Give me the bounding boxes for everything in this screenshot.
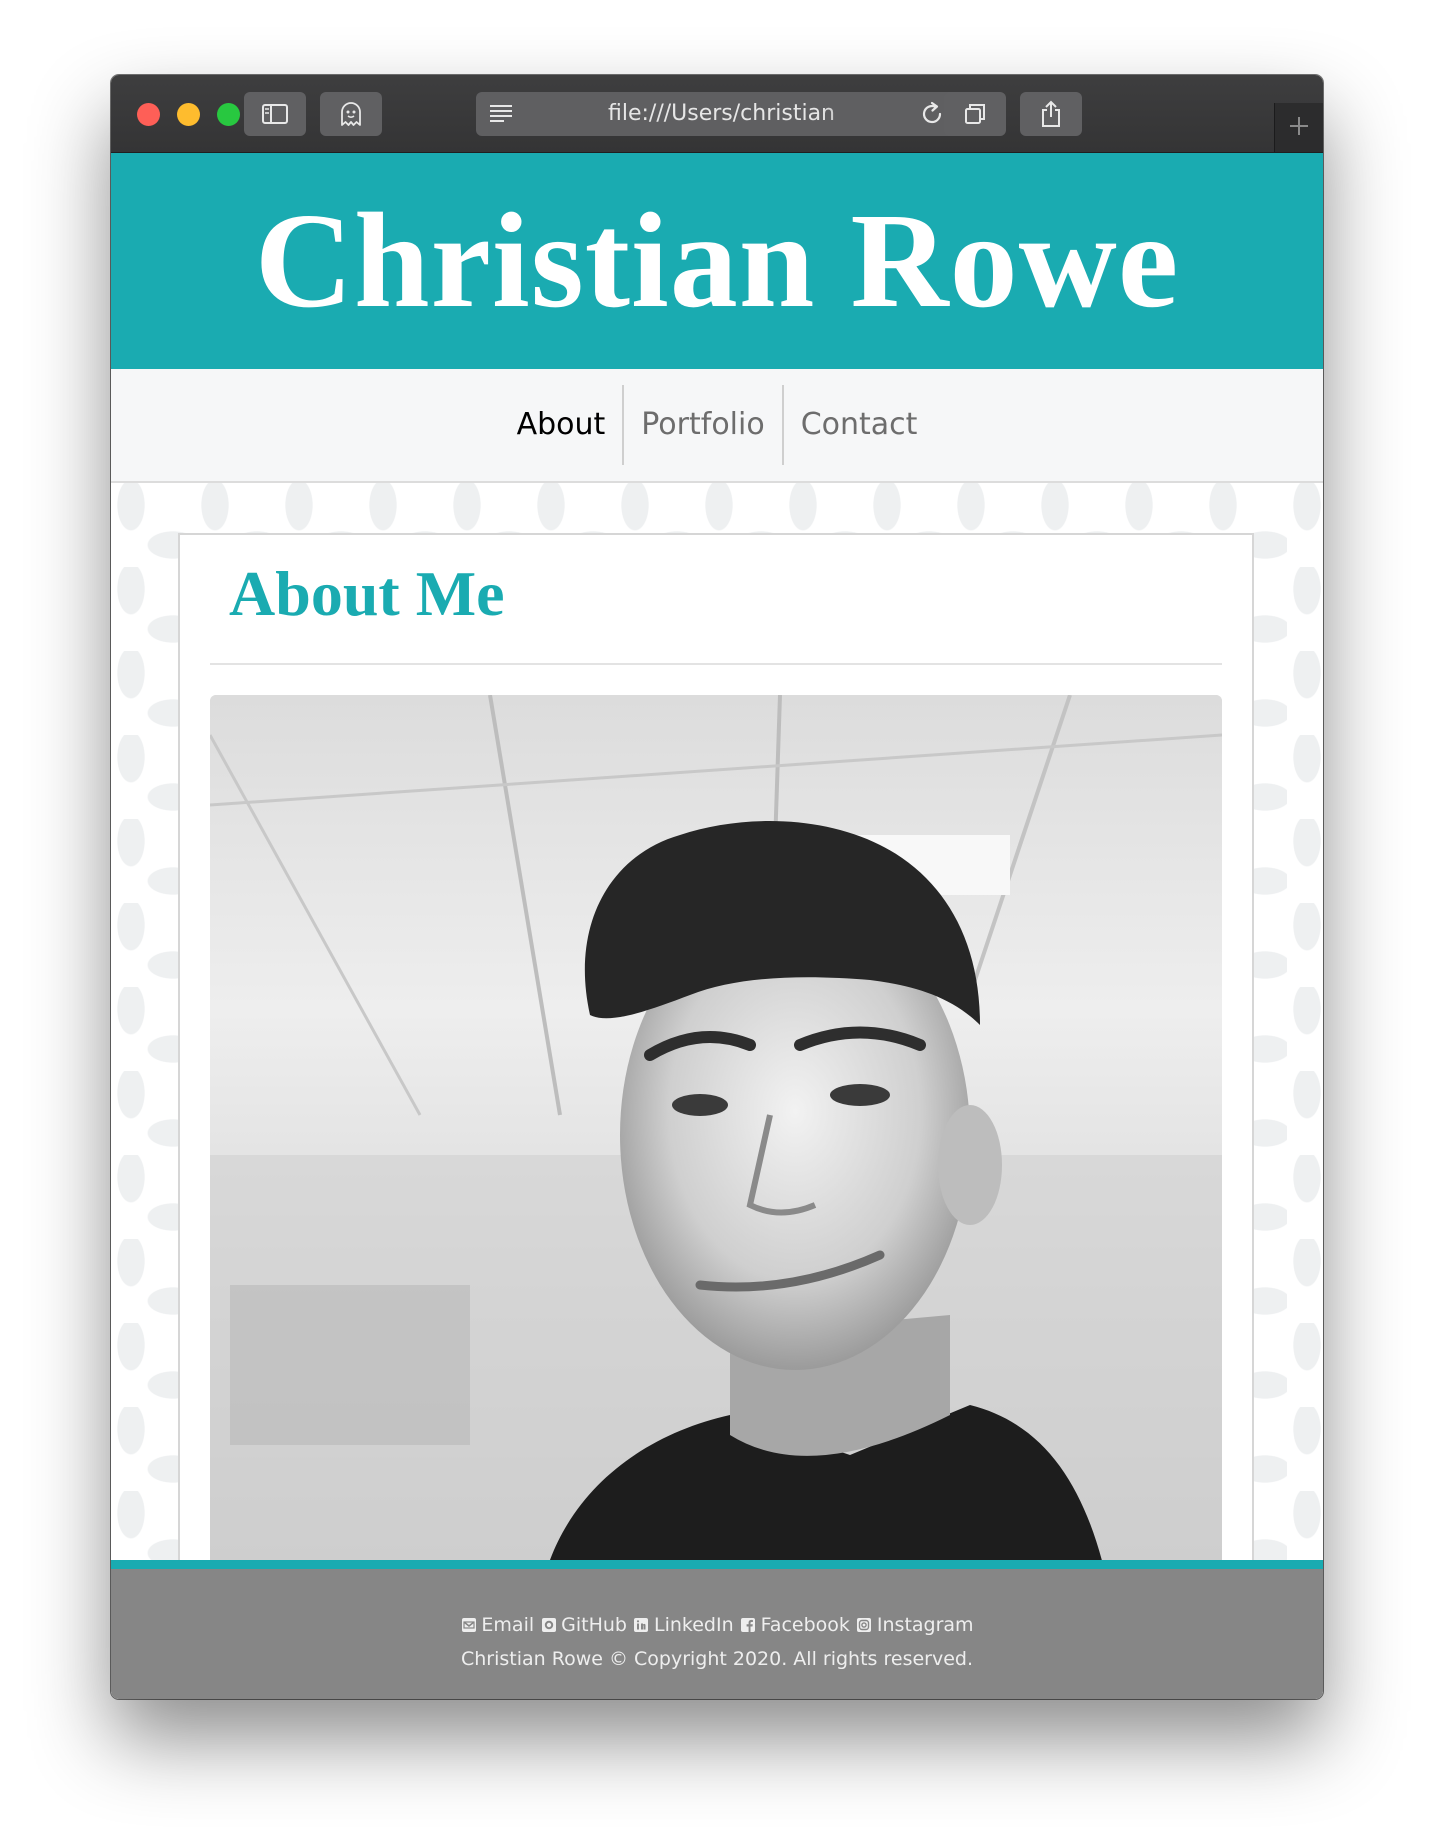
site-footer: Email GitHub LinkedIn Facebook Instagram… (111, 1569, 1323, 1699)
footer-facebook-label: Facebook (760, 1614, 850, 1636)
browser-window: file:///Users/christian Christian Rowe A… (111, 75, 1323, 1699)
envelope-icon (460, 1617, 477, 1634)
footer-email-link[interactable]: Email (460, 1614, 534, 1636)
footer-linkedin-label: LinkedIn (653, 1614, 734, 1636)
footer-instagram-label: Instagram (876, 1614, 974, 1636)
tabs-overview-button[interactable] (944, 92, 1006, 136)
site-title: Christian Rowe (254, 186, 1180, 336)
nav-contact-link[interactable]: Contact (784, 385, 935, 465)
about-heading: About Me (229, 558, 505, 629)
zoom-window-button[interactable] (217, 103, 240, 126)
plus-icon (1288, 115, 1310, 141)
site-header: Christian Rowe (111, 153, 1323, 369)
ghost-extension-button[interactable] (320, 92, 382, 136)
footer-facebook-link[interactable]: Facebook (740, 1614, 850, 1636)
linkedin-icon (633, 1617, 650, 1634)
nav-portfolio-link[interactable]: Portfolio (624, 385, 781, 465)
footer-github-label: GitHub (561, 1614, 627, 1636)
footer-email-label: Email (481, 1614, 535, 1636)
tabs-overview-icon (963, 102, 987, 126)
browser-toolbar: file:///Users/christian (111, 75, 1323, 153)
minimize-window-button[interactable] (177, 103, 200, 126)
footer-linkedin-link[interactable]: LinkedIn (633, 1614, 734, 1636)
footer-links: Email GitHub LinkedIn Facebook Instagram (111, 1614, 1323, 1636)
ghost-icon (339, 101, 363, 127)
divider (210, 663, 1222, 665)
profile-photo (210, 695, 1222, 1560)
reader-view-icon[interactable] (488, 102, 514, 130)
copyright-text: Christian Rowe © Copyright 2020. All rig… (460, 1648, 974, 1670)
github-icon (540, 1617, 557, 1634)
web-page: Christian Rowe About Portfolio Contact A… (111, 153, 1323, 1699)
reload-icon[interactable] (919, 101, 945, 131)
sidebar-icon (262, 104, 288, 124)
footer-instagram-link[interactable]: Instagram (856, 1614, 974, 1636)
share-button[interactable] (1020, 92, 1082, 136)
close-window-button[interactable] (137, 103, 160, 126)
site-nav: About Portfolio Contact (111, 369, 1323, 483)
sidebar-toggle-button[interactable] (244, 92, 306, 136)
new-tab-button[interactable] (1274, 103, 1323, 152)
footer-github-link[interactable]: GitHub (540, 1614, 627, 1636)
about-card: About Me (178, 533, 1254, 1560)
footer-accent-stripe (111, 1560, 1323, 1569)
facebook-icon (740, 1617, 757, 1634)
leaf-pattern-background: About Me (111, 483, 1323, 1560)
url-text[interactable]: file:///Users/christian (556, 92, 887, 136)
address-bar[interactable]: file:///Users/christian (476, 92, 957, 136)
nav-about-link[interactable]: About (500, 385, 623, 465)
instagram-icon (856, 1617, 873, 1634)
share-icon (1039, 100, 1063, 128)
